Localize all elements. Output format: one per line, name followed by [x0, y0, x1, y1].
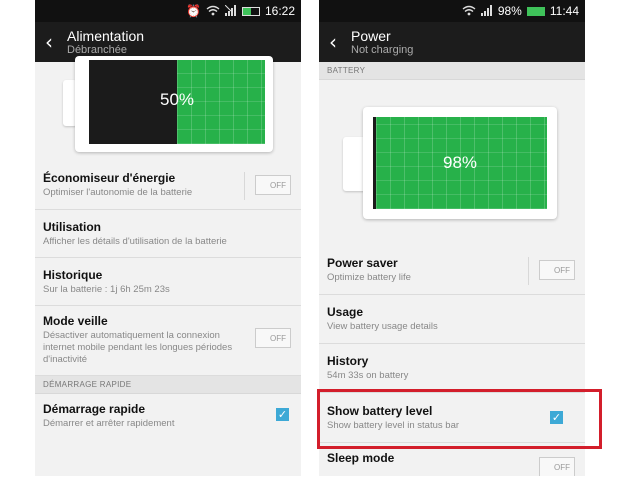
- status-bar: 98% 11:44: [319, 0, 585, 22]
- battery-inner: 98%: [373, 117, 547, 209]
- battery-status-text: 98%: [497, 4, 522, 18]
- item-title: History: [327, 354, 369, 368]
- back-arrow-icon[interactable]: ‹: [329, 30, 351, 54]
- signal-icon: [480, 4, 493, 18]
- back-arrow-icon[interactable]: ‹: [45, 30, 67, 54]
- checkmark-icon[interactable]: ✓: [276, 408, 289, 421]
- divider: [244, 172, 245, 200]
- battery-percent: 98%: [442, 153, 478, 172]
- item-title: Historique: [43, 268, 103, 282]
- battery-percent: 50%: [159, 90, 195, 109]
- setting-fast-boot[interactable]: Démarrage rapide Démarrer et arrêter rap…: [35, 394, 301, 438]
- item-title: Mode veille: [43, 314, 108, 328]
- setting-usage[interactable]: Usage View battery usage details: [319, 295, 585, 344]
- phone-screen-french: ⏰ 16:22 ‹ Alimentation Débranchée 50% Éc…: [35, 0, 301, 476]
- battery-graphic: 50%: [35, 56, 301, 162]
- page-title: Power: [351, 27, 391, 44]
- power-saver-toggle[interactable]: OFF: [255, 175, 291, 195]
- page-subtitle: Not charging: [351, 43, 414, 56]
- battery-status-icon: [241, 6, 260, 16]
- sleep-mode-toggle[interactable]: OFF: [255, 328, 291, 348]
- item-subtitle: View battery usage details: [327, 321, 438, 332]
- highlight-box: [317, 389, 602, 449]
- item-title: Usage: [327, 305, 364, 319]
- sleep-mode-toggle[interactable]: OFF: [539, 457, 575, 476]
- battery-status-icon: [526, 6, 545, 16]
- alarm-clock-icon: ⏰: [186, 4, 201, 18]
- clock: 16:22: [264, 4, 295, 18]
- battery-body: 50%: [75, 56, 273, 152]
- section-header: BATTERY: [319, 62, 585, 80]
- status-bar: ⏰ 16:22: [35, 0, 301, 22]
- section-header: DÉMARRAGE RAPIDE: [35, 376, 301, 394]
- setting-sleep-mode[interactable]: Mode veille Désactiver automatiquement l…: [35, 306, 301, 376]
- setting-history[interactable]: History 54m 33s on battery: [319, 344, 585, 393]
- divider: [528, 257, 529, 285]
- item-subtitle: 54m 33s on battery: [327, 370, 409, 381]
- item-title: Démarrage rapide: [43, 402, 146, 416]
- no-sim-signal-icon: [224, 4, 237, 18]
- setting-history[interactable]: Historique Sur la batterie : 1j 6h 25m 2…: [35, 258, 301, 306]
- wifi-icon: [462, 5, 476, 18]
- item-subtitle: Démarrer et arrêter rapidement: [43, 418, 175, 429]
- setting-power-saver[interactable]: Économiseur d'énergie Optimiser l'autono…: [35, 162, 301, 210]
- item-subtitle: Sur la batterie : 1j 6h 25m 23s: [43, 284, 170, 295]
- battery-body: 98%: [363, 107, 557, 219]
- wifi-icon: [206, 5, 220, 18]
- clock: 11:44: [549, 4, 579, 18]
- item-subtitle: Afficher les détails d'utilisation de la…: [43, 236, 227, 247]
- item-title: Utilisation: [43, 220, 102, 234]
- page-subtitle: Débranchée: [67, 43, 127, 56]
- setting-power-saver[interactable]: Power saver Optimize battery life OFF: [319, 247, 585, 295]
- battery-inner: 50%: [89, 60, 265, 144]
- page-title: Alimentation: [67, 27, 145, 44]
- item-subtitle: Désactiver automatiquement la connexion …: [43, 330, 233, 365]
- battery-graphic: 98%: [319, 80, 585, 247]
- action-bar: ‹ Power Not charging: [319, 22, 585, 62]
- power-saver-toggle[interactable]: OFF: [539, 260, 575, 280]
- setting-usage[interactable]: Utilisation Afficher les détails d'utili…: [35, 210, 301, 258]
